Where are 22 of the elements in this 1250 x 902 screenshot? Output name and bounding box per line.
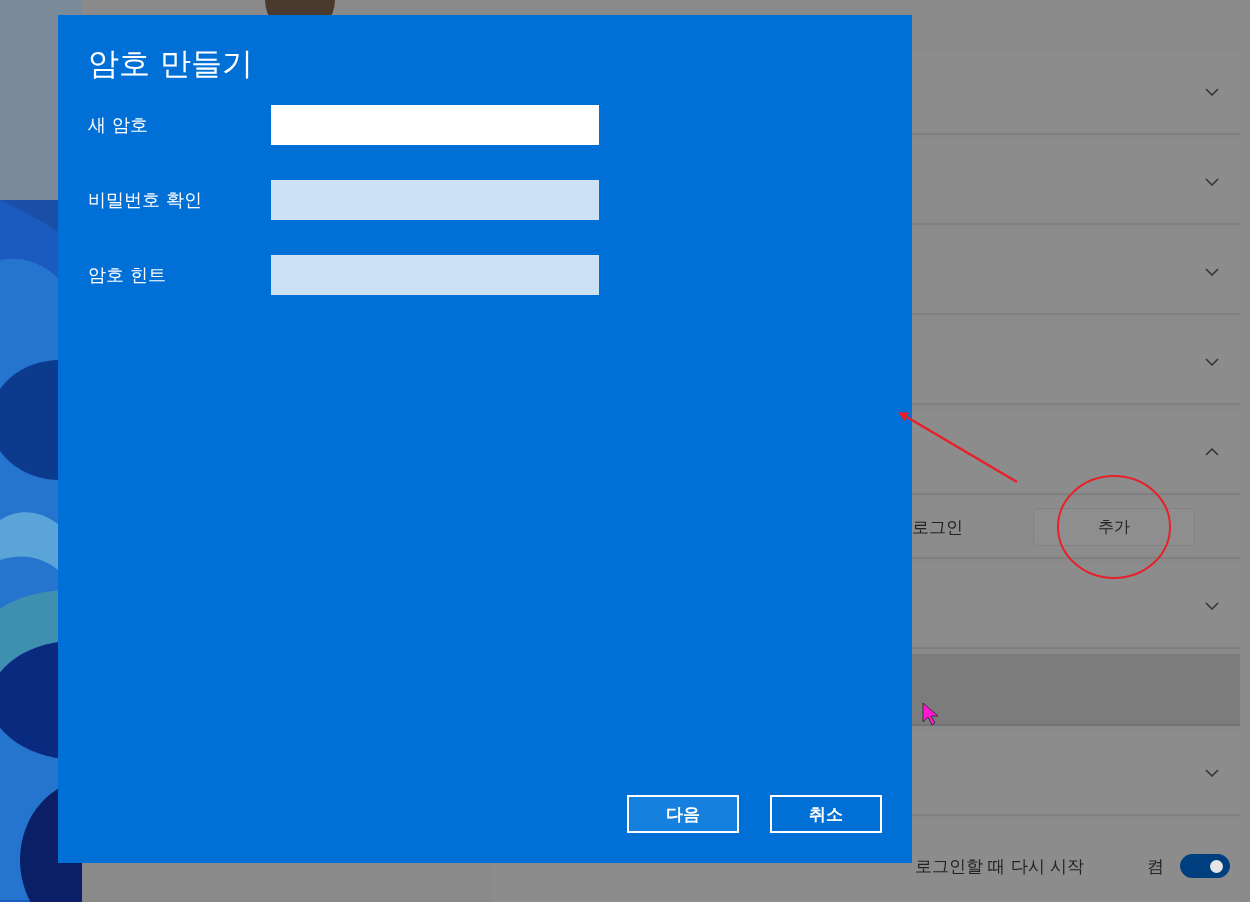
dialog-button[interactable]: 다음	[627, 795, 739, 833]
setting-label: 로그인	[911, 515, 963, 539]
field-label: 비밀번호 확인	[88, 188, 203, 212]
input-field[interactable]	[271, 255, 599, 295]
chevron-down-icon[interactable]	[1205, 601, 1219, 610]
toggle-state-text: 켬	[1147, 854, 1164, 878]
chevron-down-icon[interactable]	[1205, 768, 1219, 777]
add-button[interactable]: 추가	[1033, 508, 1195, 546]
chevron-down-icon[interactable]	[1205, 267, 1219, 276]
chevron-down-icon[interactable]	[1205, 357, 1219, 366]
chevron-up-icon[interactable]	[1205, 447, 1219, 456]
dialog-button[interactable]: 취소	[770, 795, 882, 833]
chevron-down-icon[interactable]	[1205, 177, 1219, 186]
setting-label: 로그인할 때 다시 시작	[914, 854, 1085, 878]
input-field[interactable]	[271, 105, 599, 145]
chevron-down-icon[interactable]	[1205, 87, 1219, 96]
input-field[interactable]	[271, 180, 599, 220]
toggle-switch[interactable]	[1180, 854, 1230, 878]
cursor-icon	[922, 702, 939, 726]
field-label: 새 암호	[88, 113, 149, 137]
field-label: 암호 힌트	[88, 263, 167, 287]
dialog-title: 암호 만들기	[88, 44, 254, 83]
